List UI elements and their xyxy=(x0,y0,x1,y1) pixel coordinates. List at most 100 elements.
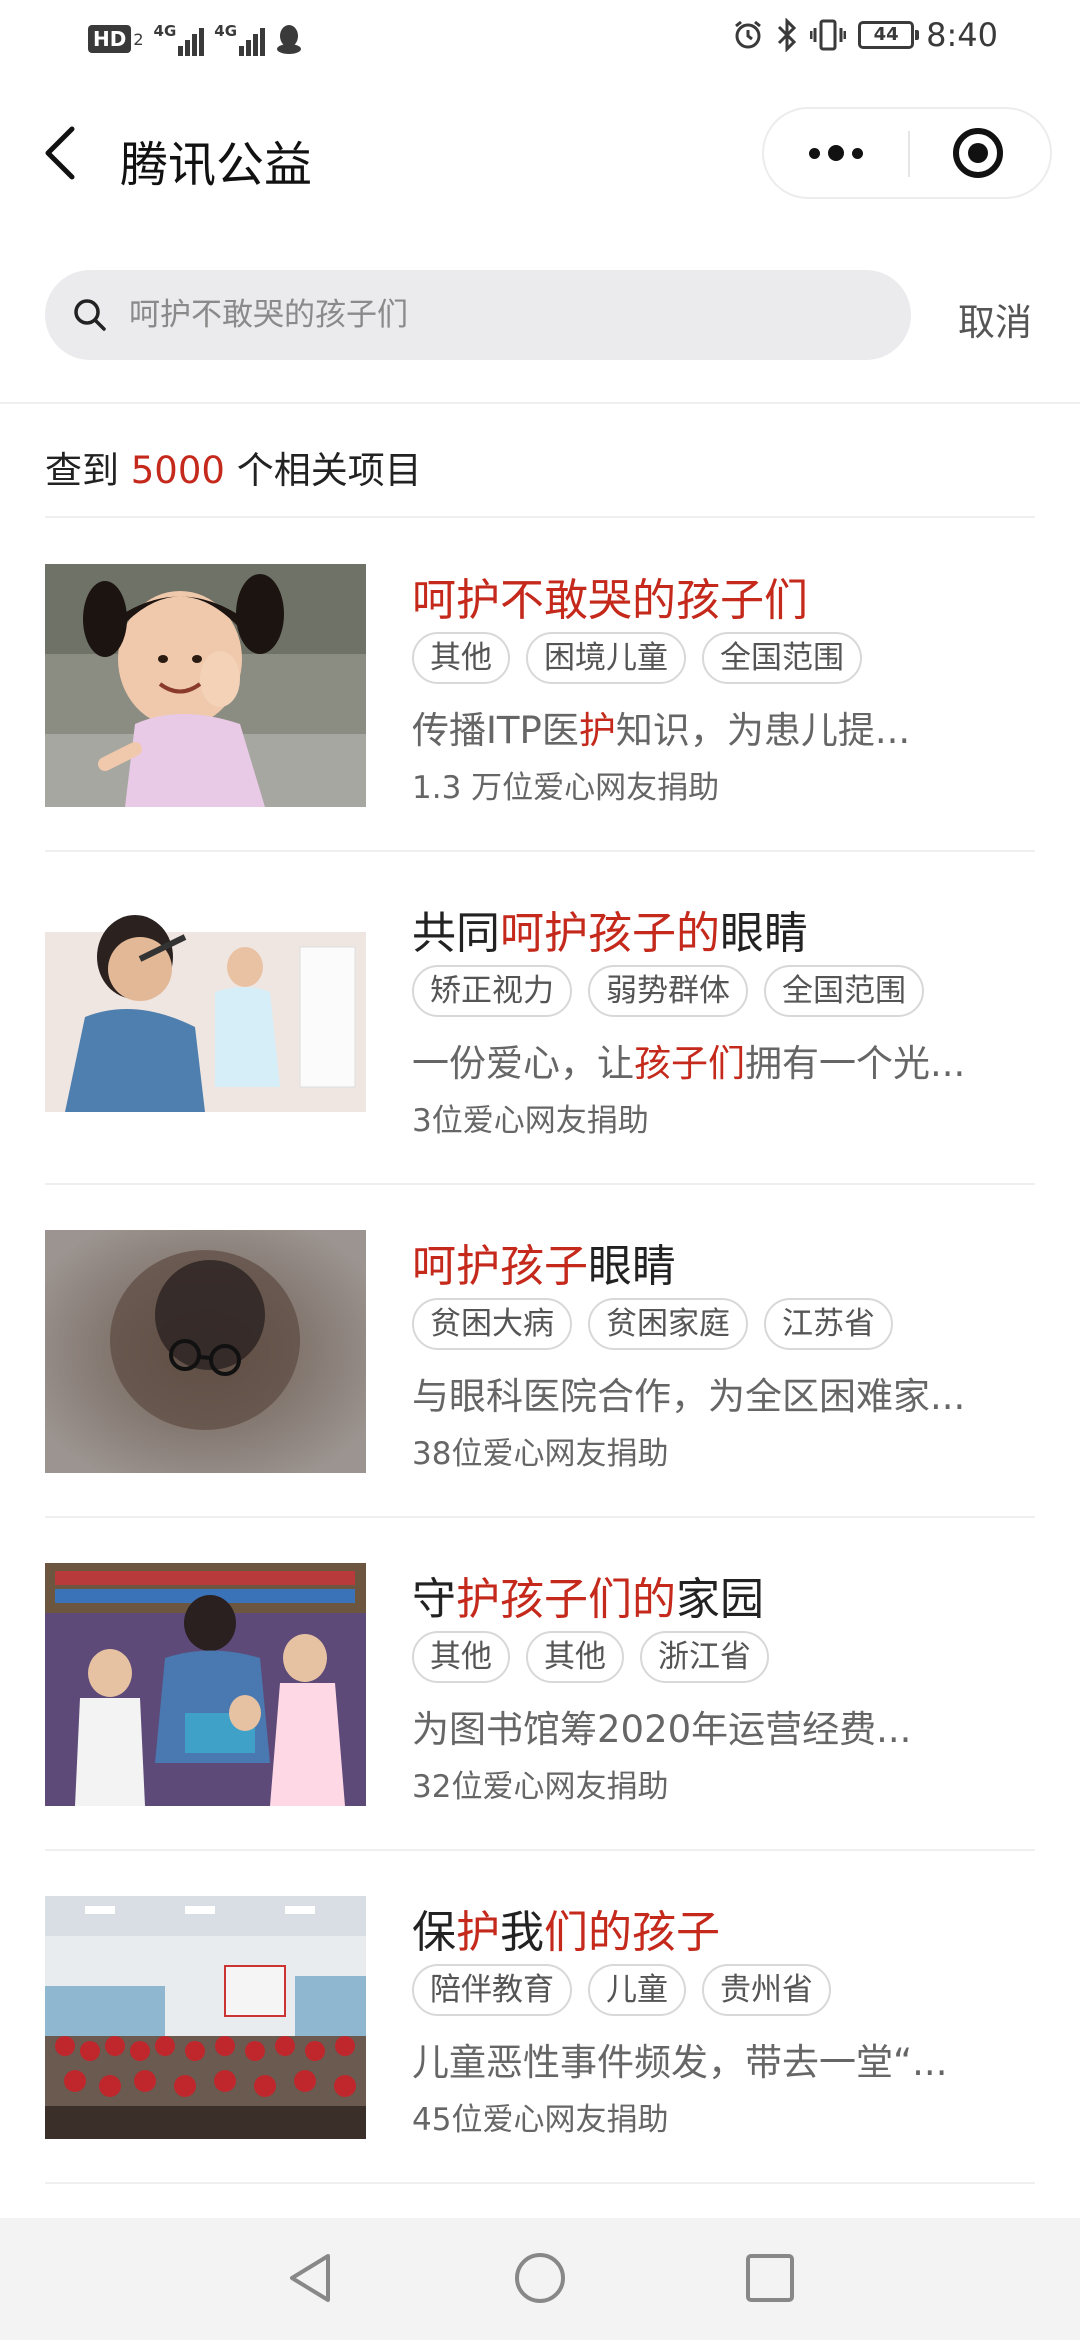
list-divider xyxy=(45,850,1035,852)
project-item[interactable]: 共同呵护孩子的眼睛 矫正视力 弱势群体 全国范围 一份爱心，让孩子们拥有一个光.… xyxy=(0,897,1080,1231)
tag[interactable]: 贫困大病 xyxy=(412,1298,572,1350)
project-tags: 其他 困境儿童 全国范围 xyxy=(412,632,862,684)
network-type-2: 4G xyxy=(214,22,238,40)
donor-count: 45位爱心网友捐助 xyxy=(412,2102,669,2138)
title-highlight: 护 xyxy=(456,1907,500,1958)
project-item[interactable]: 保护我们的孩子 陪伴教育 儿童 贵州省 儿童恶性事件频发，带去一堂“... 45… xyxy=(0,1896,1080,2230)
project-description: 儿童恶性事件频发，带去一堂“... xyxy=(412,2032,947,2086)
network-type-1: 4G xyxy=(153,22,177,40)
donor-count: 38位爱心网友捐助 xyxy=(412,1436,669,1472)
more-button[interactable] xyxy=(764,109,908,197)
project-title[interactable]: 呵护不敢哭的孩子们 xyxy=(412,564,808,628)
search-bar[interactable] xyxy=(45,270,911,360)
signal-icon-2: 4G xyxy=(214,22,266,56)
nav-bar: 腾讯公益 xyxy=(0,95,1080,215)
tag[interactable]: 儿童 xyxy=(588,1964,686,2016)
tag[interactable]: 贵州省 xyxy=(702,1964,831,2016)
bluetooth-icon xyxy=(778,18,797,52)
project-title[interactable]: 守护孩子们的家园 xyxy=(412,1563,764,1627)
donor-count: 1.3 万位爱心网友捐助 xyxy=(412,770,720,806)
tag[interactable]: 弱势群体 xyxy=(588,965,748,1017)
nav-recents-icon[interactable] xyxy=(740,2248,800,2308)
target-icon xyxy=(953,128,1003,178)
miniprogram-capsule xyxy=(762,107,1052,199)
project-description: 传播ITP医护知识，为患儿提... xyxy=(412,700,910,754)
project-thumbnail xyxy=(45,1230,366,1473)
qq-icon xyxy=(277,25,302,54)
result-suffix: 个相关项目 xyxy=(224,449,422,492)
title-highlight: 护孩子们的 xyxy=(456,1574,676,1625)
tag[interactable]: 矫正视力 xyxy=(412,965,572,1017)
status-bar: HD 2 4G 4G 44 8:40 xyxy=(0,0,1080,80)
tag[interactable]: 贫困家庭 xyxy=(588,1298,748,1350)
project-description: 与眼科医院合作，为全区困难家... xyxy=(412,1366,965,1420)
list-divider xyxy=(45,516,1035,518)
search-input[interactable] xyxy=(129,270,889,360)
alarm-icon xyxy=(735,20,762,49)
result-prefix: 查到 xyxy=(45,449,131,492)
tag[interactable]: 全国范围 xyxy=(702,632,862,684)
tag[interactable]: 困境儿童 xyxy=(526,632,686,684)
back-icon[interactable] xyxy=(40,123,80,183)
project-thumbnail xyxy=(45,1896,366,2139)
result-count: 查到 5000 个相关项目 xyxy=(45,440,422,494)
signal-icon: 4G xyxy=(154,22,205,56)
project-description: 一份爱心，让孩子们拥有一个光... xyxy=(412,1033,965,1087)
search-icon xyxy=(74,299,106,331)
nav-home-icon[interactable] xyxy=(510,2248,570,2308)
title-highlight: 呵护孩子 xyxy=(412,1241,588,1292)
title-highlight: 呵护孩子的 xyxy=(500,908,720,959)
header-divider xyxy=(0,402,1080,404)
tag[interactable]: 陪伴教育 xyxy=(412,1964,572,2016)
project-title[interactable]: 呵护孩子眼睛 xyxy=(412,1230,676,1294)
title-text: 家园 xyxy=(676,1574,764,1625)
title-highlight: 呵护不敢哭的孩子们 xyxy=(412,575,808,626)
project-tags: 贫困大病 贫困家庭 江苏省 xyxy=(412,1298,893,1350)
tag[interactable]: 其他 xyxy=(526,1631,624,1683)
list-divider xyxy=(45,1183,1035,1185)
project-tags: 其他 其他 浙江省 xyxy=(412,1631,769,1683)
result-number: 5000 xyxy=(130,449,225,492)
vibrate-icon xyxy=(810,19,847,51)
close-miniprogram-button[interactable] xyxy=(906,109,1050,197)
donor-count: 3位爱心网友捐助 xyxy=(412,1103,649,1139)
project-tags: 陪伴教育 儿童 贵州省 xyxy=(412,1964,831,2016)
project-title[interactable]: 共同呵护孩子的眼睛 xyxy=(412,897,808,961)
title-text: 我 xyxy=(500,1907,544,1958)
tag[interactable]: 全国范围 xyxy=(764,965,924,1017)
tag[interactable]: 江苏省 xyxy=(764,1298,893,1350)
project-item[interactable]: 呵护不敢哭的孩子们 其他 困境儿童 全国范围 传播ITP医护知识，为患儿提...… xyxy=(0,564,1080,898)
title-text: 保 xyxy=(412,1907,456,1958)
tag[interactable]: 其他 xyxy=(412,632,510,684)
project-item[interactable]: 守护孩子们的家园 其他 其他 浙江省 为图书馆筹2020年运营经费... 32位… xyxy=(0,1563,1080,1897)
desc-text: 儿童恶性事件频发，带去一堂“... xyxy=(412,2041,948,2084)
project-title[interactable]: 保护我们的孩子 xyxy=(412,1896,720,1960)
status-left: HD 2 4G 4G xyxy=(88,22,303,56)
battery-icon: 44 xyxy=(858,21,920,49)
tag[interactable]: 其他 xyxy=(412,1631,510,1683)
desc-text: 为图书馆筹2020年运营经费... xyxy=(412,1708,912,1751)
project-thumbnail xyxy=(45,897,366,1140)
project-item[interactable]: 呵护孩子眼睛 贫困大病 贫困家庭 江苏省 与眼科医院合作，为全区困难家... 3… xyxy=(0,1230,1080,1564)
tag[interactable]: 浙江省 xyxy=(640,1631,769,1683)
page-title: 腾讯公益 xyxy=(120,137,313,193)
desc-text: 与眼科医院合作，为全区困难家... xyxy=(412,1375,966,1418)
list-divider xyxy=(45,1516,1035,1518)
nav-back-icon[interactable] xyxy=(280,2248,340,2308)
title-text: 共同 xyxy=(412,908,500,959)
desc-text: 传播ITP医 xyxy=(412,709,579,752)
project-tags: 矫正视力 弱势群体 全国范围 xyxy=(412,965,924,1017)
desc-highlight: 孩子们 xyxy=(634,1042,745,1085)
desc-text: 拥有一个光... xyxy=(745,1042,966,1085)
title-text: 守 xyxy=(412,1574,456,1625)
project-thumbnail xyxy=(45,564,366,807)
hd-sub: 2 xyxy=(133,29,144,49)
desc-text: 知识，为患儿提... xyxy=(615,709,911,752)
donor-count: 32位爱心网友捐助 xyxy=(412,1769,669,1805)
project-thumbnail xyxy=(45,1563,366,1806)
project-description: 为图书馆筹2020年运营经费... xyxy=(412,1699,911,1753)
status-right: 44 8:40 xyxy=(732,16,998,54)
desc-text: 一份爱心，让 xyxy=(412,1042,634,1085)
hd-badge: HD xyxy=(88,25,132,53)
cancel-button[interactable]: 取消 xyxy=(958,292,1032,346)
